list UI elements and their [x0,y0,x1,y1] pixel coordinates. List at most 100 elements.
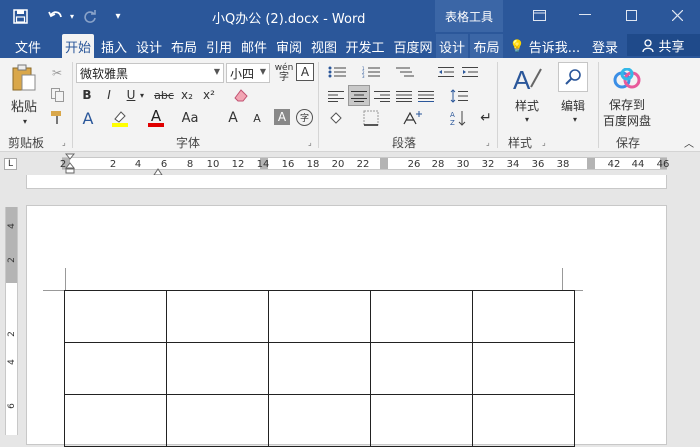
find-icon[interactable] [558,62,588,92]
table-cell[interactable] [370,290,473,343]
document-table[interactable] [64,290,575,447]
table-cell[interactable] [472,342,575,395]
text-effects-button[interactable]: A [78,108,98,128]
superscript-button[interactable]: x² [200,86,218,104]
table-cell[interactable] [268,290,371,343]
show-marks-icon[interactable]: ↵ [478,108,494,128]
chevron-down-icon[interactable]: ▾ [522,114,532,124]
tab-references[interactable]: 引用 [203,34,235,58]
borders-icon[interactable] [360,108,382,128]
paste-button[interactable]: 粘贴 [6,96,42,115]
table-cell[interactable] [370,394,473,447]
page-previous[interactable] [26,175,667,189]
tab-view[interactable]: 视图 [308,34,340,58]
right-indent-marker-icon[interactable] [153,161,163,176]
table-cell[interactable] [166,394,269,447]
share-button[interactable]: 共享 [627,34,700,56]
table-cell[interactable] [64,290,167,343]
subscript-button[interactable]: x₂ [178,86,196,104]
numbering-icon[interactable]: 123 [360,64,382,80]
table-cell[interactable] [64,394,167,447]
styles-icon[interactable]: A [510,62,544,96]
paragraph-launcher-icon[interactable]: ⌟ [486,138,490,147]
tab-baidu[interactable]: 百度网 [390,34,436,58]
table-cell[interactable] [166,342,269,395]
customize-toolbar-icon[interactable]: ▾ [108,6,128,26]
char-border-button[interactable]: A [296,63,314,81]
save-baidu-line2[interactable]: 百度网盘 [600,112,654,128]
format-painter-icon[interactable] [48,108,66,126]
tab-insert[interactable]: 插入 [98,34,130,58]
multilevel-list-icon[interactable] [394,64,416,80]
justify-icon[interactable] [394,86,414,106]
font-name-combo[interactable]: 微软雅黑 ▼ [76,63,224,83]
strikethrough-button[interactable]: abc [152,86,176,104]
minimize-icon[interactable] [574,4,596,26]
italic-button[interactable]: I [100,86,118,104]
align-center-icon[interactable] [348,85,370,106]
chevron-down-icon[interactable]: ▾ [138,86,146,104]
align-right-icon[interactable] [372,86,392,106]
tab-file[interactable]: 文件 [8,34,48,58]
table-cell[interactable] [370,342,473,395]
chinese-layout-icon[interactable] [400,108,426,128]
tell-me-search[interactable]: 💡 告诉我... [510,34,580,58]
tab-layout[interactable]: 布局 [168,34,200,58]
bullets-icon[interactable] [326,64,348,80]
tab-table-layout[interactable]: 布局 [470,34,503,58]
chevron-down-icon[interactable]: ▾ [570,114,580,124]
paste-dropdown-icon[interactable]: ▾ [20,116,30,126]
clear-format-icon[interactable] [232,86,250,104]
decrease-indent-icon[interactable] [436,64,456,80]
tab-design[interactable]: 设计 [133,34,165,58]
editing-button[interactable]: 编辑 [554,96,592,114]
sort-icon[interactable]: AZ [448,108,468,128]
save-baidu-line1[interactable]: 保存到 [600,96,654,112]
baidu-netdisk-icon[interactable] [612,66,642,92]
char-shading-button[interactable]: A [274,109,290,125]
shading-icon[interactable] [326,108,348,128]
font-launcher-icon[interactable]: ⌟ [308,138,312,147]
line-spacing-icon[interactable] [448,86,470,106]
tab-selector[interactable]: L [4,158,17,170]
login-link[interactable]: 登录 [588,34,622,58]
table-cell[interactable] [472,290,575,343]
table-cell[interactable] [268,342,371,395]
tab-developer[interactable]: 开发工 [342,34,388,58]
close-icon[interactable] [666,4,688,26]
cut-icon[interactable]: ✂ [48,64,66,82]
change-case-button[interactable]: Aa [178,108,202,128]
paste-icon[interactable] [8,64,40,92]
table-cell[interactable] [64,342,167,395]
phonetic-guide-button[interactable]: wén 字 [274,62,294,84]
grow-font-button[interactable]: A [224,108,242,128]
distributed-icon[interactable] [416,86,436,106]
align-left-icon[interactable] [326,86,346,106]
highlight-icon[interactable] [110,108,130,128]
font-color-button[interactable]: A [146,108,166,128]
table-cell[interactable] [472,394,575,447]
collapse-ribbon-icon[interactable]: ︿ [682,136,696,150]
clipboard-launcher-icon[interactable]: ⌟ [62,138,66,147]
table-cell[interactable] [166,290,269,343]
increase-indent-icon[interactable] [460,64,480,80]
tab-mailings[interactable]: 邮件 [238,34,270,58]
undo-dropdown-icon[interactable]: ▾ [62,6,82,26]
styles-launcher-icon[interactable]: ⌟ [542,138,546,147]
shrink-font-button[interactable]: A [248,108,266,128]
vertical-ruler[interactable]: 4 2 2 4 6 [5,207,18,435]
maximize-icon[interactable] [620,4,642,26]
enclose-char-button[interactable]: 字 [296,109,313,126]
bold-button[interactable]: B [78,86,96,104]
copy-icon[interactable] [48,86,66,104]
table-cell[interactable] [268,394,371,447]
ribbon-display-icon[interactable] [528,4,550,26]
tab-table-design[interactable]: 设计 [436,34,468,58]
tab-home[interactable]: 开始 [62,34,94,58]
redo-icon[interactable] [80,6,100,26]
styles-button[interactable]: 样式 [508,96,546,114]
indent-marker-icon[interactable] [64,153,76,175]
font-size-combo[interactable]: 小四 ▼ [226,63,270,83]
save-icon[interactable] [10,6,30,26]
tab-review[interactable]: 审阅 [273,34,305,58]
